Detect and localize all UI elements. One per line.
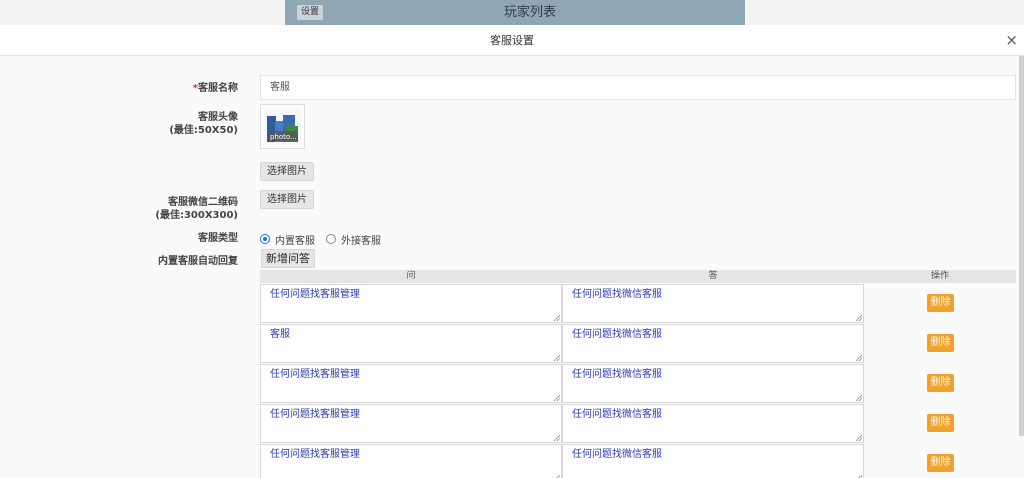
radio-external-label[interactable]: 外接客服 [341, 232, 381, 247]
avatar-label: 客服头像 (最佳:50X50) [169, 111, 238, 137]
delete-button[interactable]: 删除 [927, 414, 954, 432]
qrcode-label-hint: (最佳:300X300) [155, 210, 238, 221]
qa-table-header: 问 答 操作 [260, 270, 1016, 283]
name-label-text: 客服名称 [198, 83, 238, 94]
radio-external[interactable] [326, 234, 336, 244]
question-textarea[interactable]: 客服 [260, 324, 562, 363]
avatar-label-hint: (最佳:50X50) [169, 125, 238, 136]
header-question: 问 [406, 271, 416, 281]
delete-button[interactable]: 删除 [927, 454, 954, 472]
delete-button[interactable]: 删除 [927, 374, 954, 392]
photo-caption: photo... [270, 133, 297, 141]
question-textarea[interactable]: 任何问题找客服管理 [260, 404, 562, 443]
type-label: 客服类型 [198, 233, 238, 244]
answer-textarea[interactable]: 任何问题找微信客服 [562, 404, 864, 443]
name-label: *客服名称 [193, 82, 238, 95]
qrcode-label-line1: 客服微信二维码 [168, 197, 238, 208]
close-icon[interactable]: × [1005, 31, 1018, 49]
answer-textarea[interactable]: 任何问题找微信客服 [562, 284, 864, 323]
add-qa-button[interactable]: 新增问答 [261, 249, 315, 268]
choose-avatar-button[interactable]: 选择图片 [260, 162, 314, 181]
header-answer: 答 [708, 271, 718, 281]
header-action: 操作 [930, 271, 949, 281]
photo-thumbnail-icon: photo... [264, 108, 301, 145]
answer-textarea[interactable]: 任何问题找微信客服 [562, 364, 864, 403]
modal-header: 客服设置 × [0, 25, 1024, 56]
qrcode-label: 客服微信二维码 (最佳:300X300) [155, 196, 238, 222]
background-settings-button[interactable]: 设置 [297, 5, 324, 20]
customer-service-settings-modal: 客服设置 × *客服名称 客服 客服头像 (最佳:50X50) photo...… [0, 25, 1024, 478]
name-input[interactable]: 客服 [260, 75, 1016, 100]
background-page-title: 玩家列表 [503, 5, 556, 20]
answer-textarea[interactable]: 任何问题找微信客服 [562, 324, 864, 363]
question-textarea[interactable]: 任何问题找客服管理 [260, 444, 562, 478]
scrollbar[interactable] [1019, 56, 1024, 436]
choose-qrcode-button[interactable]: 选择图片 [260, 190, 314, 209]
avatar-label-line1: 客服头像 [198, 112, 238, 123]
delete-button[interactable]: 删除 [927, 334, 954, 352]
table-row: 任何问题找客服管理 任何问题找微信客服 删除 [260, 284, 1016, 324]
delete-button[interactable]: 删除 [927, 294, 954, 312]
question-textarea[interactable]: 任何问题找客服管理 [260, 364, 562, 403]
table-row: 任何问题找客服管理 任何问题找微信客服 删除 [260, 364, 1016, 404]
radio-builtin-label[interactable]: 内置客服 [275, 232, 315, 247]
table-row: 任何问题找客服管理 任何问题找微信客服 删除 [260, 444, 1016, 478]
modal-title: 客服设置 [490, 34, 534, 47]
auto-reply-label: 内置客服自动回复 [158, 256, 238, 267]
answer-textarea[interactable]: 任何问题找微信客服 [562, 444, 864, 478]
table-row: 任何问题找客服管理 任何问题找微信客服 删除 [260, 404, 1016, 444]
radio-builtin[interactable] [260, 234, 270, 244]
type-radio-group: 内置客服 外接客服 [260, 232, 392, 247]
table-row: 客服 任何问题找微信客服 删除 [260, 324, 1016, 364]
background-page: 设置 玩家列表 [0, 0, 1024, 25]
avatar-preview[interactable]: photo... [260, 104, 305, 149]
question-textarea[interactable]: 任何问题找客服管理 [260, 284, 562, 323]
